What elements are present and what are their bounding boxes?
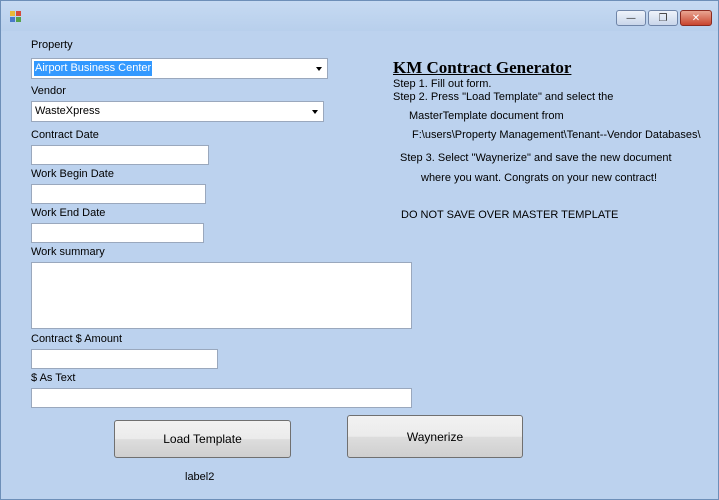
minimize-icon: —	[626, 12, 636, 24]
work-summary-label: Work summary	[31, 246, 105, 258]
vendor-value: WasteXpress	[35, 105, 101, 117]
work-summary-textarea[interactable]	[31, 262, 412, 329]
as-text-label: $ As Text	[31, 372, 76, 384]
warning-text: DO NOT SAVE OVER MASTER TEMPLATE	[401, 209, 619, 221]
step3-text-line2: where you want. Congrats on your new con…	[421, 172, 658, 184]
waynerize-button[interactable]: Waynerize	[347, 415, 523, 458]
minimize-button[interactable]: —	[616, 10, 646, 26]
contract-date-label: Contract Date	[31, 129, 99, 141]
maximize-button[interactable]: ❐	[648, 10, 678, 26]
property-value: Airport Business Center	[34, 61, 153, 76]
work-begin-date-field[interactable]	[31, 184, 206, 204]
work-begin-date-label: Work Begin Date	[31, 168, 114, 180]
vendor-combobox[interactable]: WasteXpress	[31, 101, 324, 122]
chevron-down-icon[interactable]	[316, 67, 322, 71]
contract-date-field[interactable]	[31, 145, 209, 165]
property-combobox[interactable]: Airport Business Center	[31, 58, 328, 79]
step1-text: Step 1. Fill out form.	[393, 78, 492, 90]
work-end-date-field[interactable]	[31, 223, 204, 243]
template-path-text: F:\users\Property Management\Tenant--Ven…	[412, 129, 701, 141]
step2-text-line2: MasterTemplate document from	[409, 110, 564, 122]
as-text-field[interactable]	[31, 388, 412, 408]
work-end-date-label: Work End Date	[31, 207, 106, 219]
step3-text: Step 3. Select "Waynerize" and save the …	[400, 152, 672, 164]
status-label: label2	[185, 471, 215, 483]
close-button[interactable]: ✕	[680, 10, 712, 26]
close-icon: ✕	[691, 12, 701, 24]
contract-amount-label: Contract $ Amount	[31, 333, 123, 345]
load-template-button[interactable]: Load Template	[114, 420, 291, 458]
page-title: KM Contract Generator	[393, 58, 572, 77]
step2-text: Step 2. Press "Load Template" and select…	[393, 91, 614, 103]
title-bar[interactable]: — ❐ ✕	[1, 1, 718, 31]
chevron-down-icon[interactable]	[312, 110, 318, 114]
contract-amount-field[interactable]	[31, 349, 218, 369]
vendor-label: Vendor	[31, 85, 66, 97]
property-label: Property	[31, 39, 73, 51]
app-icon[interactable]	[10, 11, 22, 23]
maximize-icon: ❐	[658, 12, 668, 24]
app-window: — ❐ ✕ Property Airport Business Center V…	[0, 0, 719, 500]
